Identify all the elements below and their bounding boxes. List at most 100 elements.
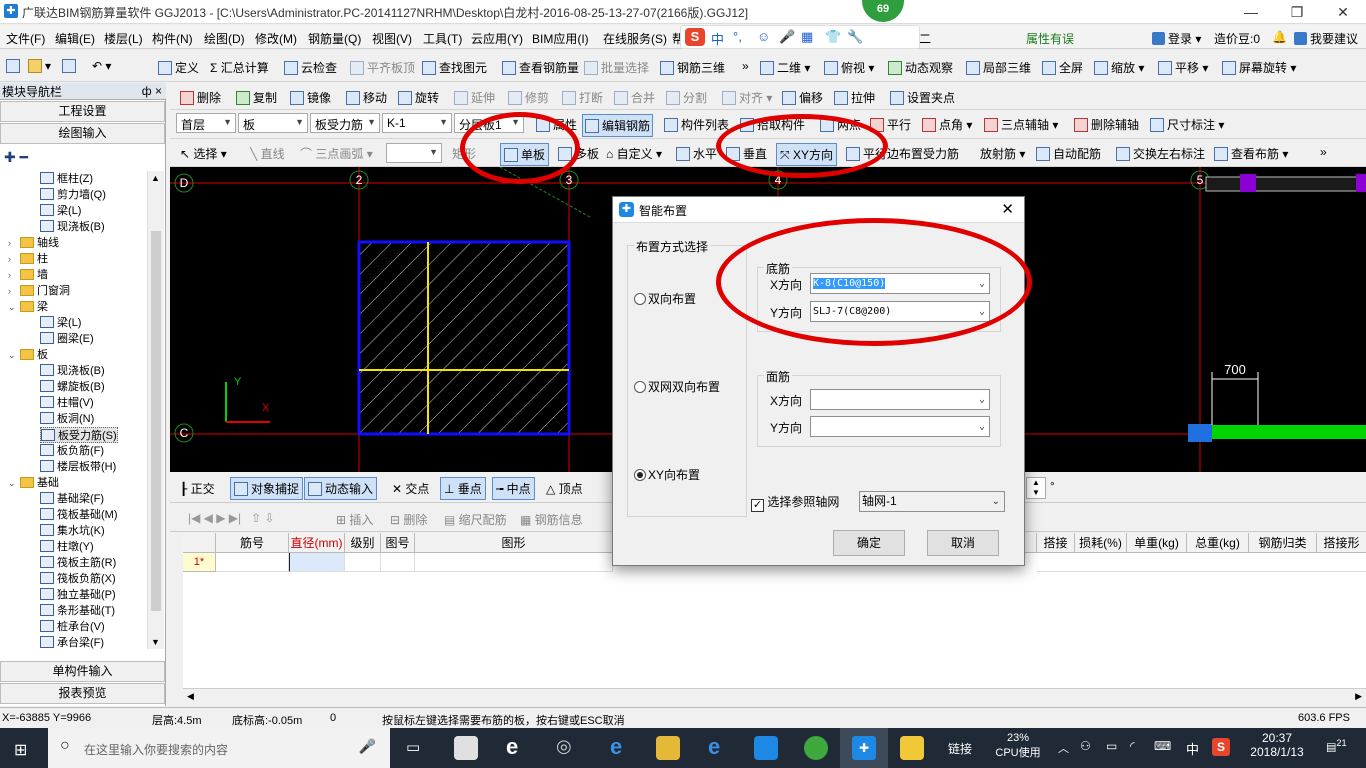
dimension-button[interactable]: 尺寸标注 ▾ [1150, 116, 1224, 133]
summary-calc-button[interactable]: Σ 汇总计算 [210, 59, 269, 76]
orbit-button[interactable]: 动态观察 [888, 59, 953, 76]
angle-spinner[interactable]: ▲ ▼ [1026, 477, 1046, 499]
chevron-right-icon[interactable]: › [8, 235, 18, 251]
project-settings-button[interactable]: 工程设置 [0, 101, 165, 122]
col-loss[interactable]: 损耗(%) [1075, 533, 1127, 553]
auto-rebar-button[interactable]: 自动配筋 [1036, 145, 1101, 162]
tree-item[interactable]: 梁(L) [40, 315, 81, 331]
tree-item[interactable]: 螺旋板(B) [40, 379, 105, 395]
edge-icon[interactable]: e [610, 734, 622, 760]
arc-option-select[interactable]: ▼ [386, 143, 442, 163]
menu-tools[interactable]: 工具(T) [423, 30, 462, 47]
tree-item[interactable]: 现浇板(B) [40, 363, 105, 379]
chevron-right-icon[interactable]: › [8, 267, 18, 283]
menu-file[interactable]: 文件(F) [6, 30, 45, 47]
rebar-info-button[interactable]: ▦ 钢筋信息 [520, 511, 583, 528]
tray-keyboard-icon[interactable]: ⌨ [1154, 739, 1171, 753]
menu-view[interactable]: 视图(V) [372, 30, 412, 47]
ref-axis-combo[interactable]: 轴网-1 ⌄ [859, 491, 1005, 512]
point-angle-button[interactable]: 点角 ▾ [922, 116, 972, 133]
tree-item[interactable]: 现浇板(B) [40, 219, 105, 235]
ime-keyboard-icon[interactable]: ▦ [801, 29, 813, 45]
tray-sogou-icon[interactable]: S [1212, 738, 1230, 756]
notepad-app-icon[interactable] [900, 736, 924, 760]
tree-item[interactable]: ⌄ 梁 [8, 299, 48, 315]
ref-axis-checkbox[interactable]: ✓ 选择参照轴网 [751, 493, 839, 512]
set-grip-button[interactable]: 设置夹点 [890, 89, 955, 106]
scroll-left-icon[interactable]: ◀ [187, 691, 194, 702]
top-view-button[interactable]: 俯视 ▾ [824, 59, 874, 76]
drawing-input-button[interactable]: 绘图输入 [0, 123, 165, 144]
horizontal-button[interactable]: 水平 [676, 145, 717, 162]
menu-online[interactable]: 在线服务(S) [603, 30, 667, 47]
ime-emoji-icon[interactable]: ☺ [757, 29, 770, 44]
tree-item[interactable]: › 柱 [8, 251, 48, 267]
tree-item[interactable]: 板洞(N) [40, 411, 94, 427]
component-type-select[interactable]: 板受力筋 ▼ [310, 113, 380, 133]
menu-rebar-qty[interactable]: 钢筋量(Q) [308, 30, 361, 47]
fan-app-icon[interactable] [454, 736, 478, 760]
tray-chevron-icon[interactable]: ︿ [1058, 740, 1069, 756]
dialog-titlebar[interactable]: ✚ 智能布置 ✕ [613, 197, 1024, 223]
vertex-snap-button[interactable]: △ 顶点 [546, 480, 583, 497]
taskbar-search-box[interactable]: ○ 在这里输入你要搜索的内容 🎤 [48, 728, 390, 768]
close-window-button[interactable]: ✕ [1320, 0, 1366, 24]
tray-ime-indicator[interactable]: 中 [1186, 739, 1199, 758]
col-unit-weight[interactable]: 单重(kg) [1127, 533, 1187, 553]
screen-rotate-button[interactable]: 屏幕旋转 ▾ [1222, 59, 1296, 76]
nav-pin-close-icon[interactable]: ф × [142, 84, 162, 98]
copy-button[interactable]: 复制 [236, 89, 277, 106]
restore-button[interactable]: ❐ [1274, 0, 1320, 24]
property-error-label[interactable]: 属性有误 [1026, 30, 1074, 47]
floor-select[interactable]: 首层 ▼ [176, 113, 236, 133]
tree-item[interactable]: 柱墩(Y) [40, 539, 94, 555]
swirl-app-icon[interactable]: ◎ [556, 736, 572, 757]
dynamic-input-button[interactable]: 动态输入 [304, 477, 378, 500]
glodon-app-icon[interactable] [754, 736, 778, 760]
clock[interactable]: 20:37 2018/1/13 [1246, 731, 1308, 759]
dialog-close-icon[interactable]: ✕ [1001, 200, 1014, 218]
ime-chinese-toggle[interactable]: 中 [711, 29, 724, 48]
tray-network-icon[interactable]: ◜ [1130, 739, 1135, 753]
move-button[interactable]: 移动 [346, 89, 387, 106]
split-button[interactable]: 分割 [666, 89, 707, 106]
task-view-icon[interactable]: ▭ [406, 738, 420, 756]
login-link[interactable]: 登录 ▾ [1152, 30, 1201, 47]
col-figure-no[interactable]: 图号 [381, 533, 415, 553]
batch-select-button[interactable]: 批量选择 [584, 59, 649, 76]
tree-item[interactable]: 桩承台(V) [40, 619, 105, 635]
tree-item[interactable]: 板受力筋(S) [40, 427, 118, 443]
tray-battery-icon[interactable]: ▭ [1106, 739, 1117, 753]
tree-item[interactable]: 筏板负筋(X) [40, 571, 116, 587]
chevron-down-icon[interactable]: ⌄ [8, 475, 18, 491]
col-rebar-class[interactable]: 钢筋归类 [1249, 533, 1317, 553]
menu-modify[interactable]: 修改(M) [255, 30, 297, 47]
nav-scrollbar[interactable]: ▲ ▼ [147, 171, 164, 649]
fullscreen-button[interactable]: 全屏 [1042, 59, 1083, 76]
col-grade[interactable]: 级别 [345, 533, 381, 553]
tree-item[interactable]: 筏板主筋(R) [40, 555, 116, 571]
cell-rebar-no[interactable] [216, 553, 289, 572]
tree-item[interactable]: 圈梁(E) [40, 331, 94, 347]
ortho-button[interactable]: ┠ 正交 [180, 480, 215, 497]
new-file-icon[interactable] [6, 59, 23, 73]
table-hscrollbar[interactable]: ◀ ▶ [183, 688, 1366, 706]
scroll-down-icon[interactable]: ▼ [151, 637, 160, 647]
col-diameter[interactable]: 直径(mm) [289, 533, 345, 553]
radio-double-mesh[interactable]: 双网双向布置 [634, 378, 720, 395]
ime-tools-icon[interactable]: 🔧 [847, 29, 863, 45]
bell-icon[interactable]: 🔔 [1272, 30, 1287, 44]
define-button[interactable]: 定义 [158, 59, 199, 76]
top-y-combo[interactable]: ⌄ [810, 416, 990, 437]
scroll-right-icon[interactable]: ▶ [1355, 691, 1362, 702]
undo-icon[interactable]: ↶ ▾ [92, 59, 111, 73]
swap-labels-button[interactable]: 交换左右标注 [1116, 145, 1205, 162]
menu-bim[interactable]: BIM应用(I) [532, 30, 589, 47]
delete-row-button[interactable]: ⊟ 删除 [390, 511, 427, 528]
tree-item[interactable]: 框柱(Z) [40, 171, 93, 187]
cell-remaining[interactable] [1037, 553, 1366, 572]
chevron-right-icon[interactable]: › [8, 283, 18, 299]
tree-item[interactable]: 剪力墙(Q) [40, 187, 106, 203]
view-rebar-qty-button[interactable]: 查看钢筋量 [502, 59, 579, 76]
tree-item[interactable]: 条形基础(T) [40, 603, 115, 619]
